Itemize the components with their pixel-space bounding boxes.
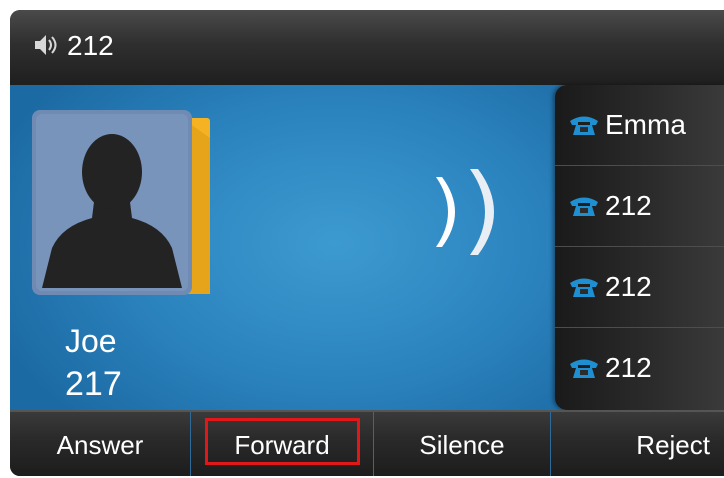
incoming-call-area: Joe 217 xyxy=(10,85,570,415)
reject-button[interactable]: Reject xyxy=(551,412,724,476)
contact-silhouette-icon xyxy=(32,110,210,295)
line-key-4[interactable]: 212 xyxy=(555,328,724,408)
caller-name: Joe xyxy=(65,323,117,359)
line-key-label: 212 xyxy=(605,352,652,383)
forward-highlight-box xyxy=(205,418,360,465)
line-keys-panel: Emma 212 212 212 xyxy=(555,85,724,410)
caller-number: 217 xyxy=(65,365,122,403)
line-key-2[interactable]: 212 xyxy=(555,166,724,247)
phone-icon xyxy=(570,116,598,135)
line-key-1[interactable]: Emma xyxy=(555,85,724,166)
phone-screen: 212 Joe 217 Emma 212 212 212 Answer Forw… xyxy=(10,10,724,476)
silence-button[interactable]: Silence xyxy=(374,412,550,476)
ringing-waves-icon xyxy=(436,169,494,255)
status-bar: 212 xyxy=(10,10,724,85)
phone-icon xyxy=(570,197,598,216)
phone-icon xyxy=(570,359,598,378)
phone-icon xyxy=(570,278,598,297)
status-title: 212 xyxy=(67,30,114,61)
answer-button[interactable]: Answer xyxy=(10,412,190,476)
speaker-icon xyxy=(35,35,57,55)
line-key-label: Emma xyxy=(605,109,686,140)
line-key-3[interactable]: 212 xyxy=(555,247,724,328)
line-key-label: 212 xyxy=(605,271,652,302)
softkey-bar: Answer Forward Silence Reject xyxy=(10,410,724,476)
line-key-label: 212 xyxy=(605,190,652,221)
